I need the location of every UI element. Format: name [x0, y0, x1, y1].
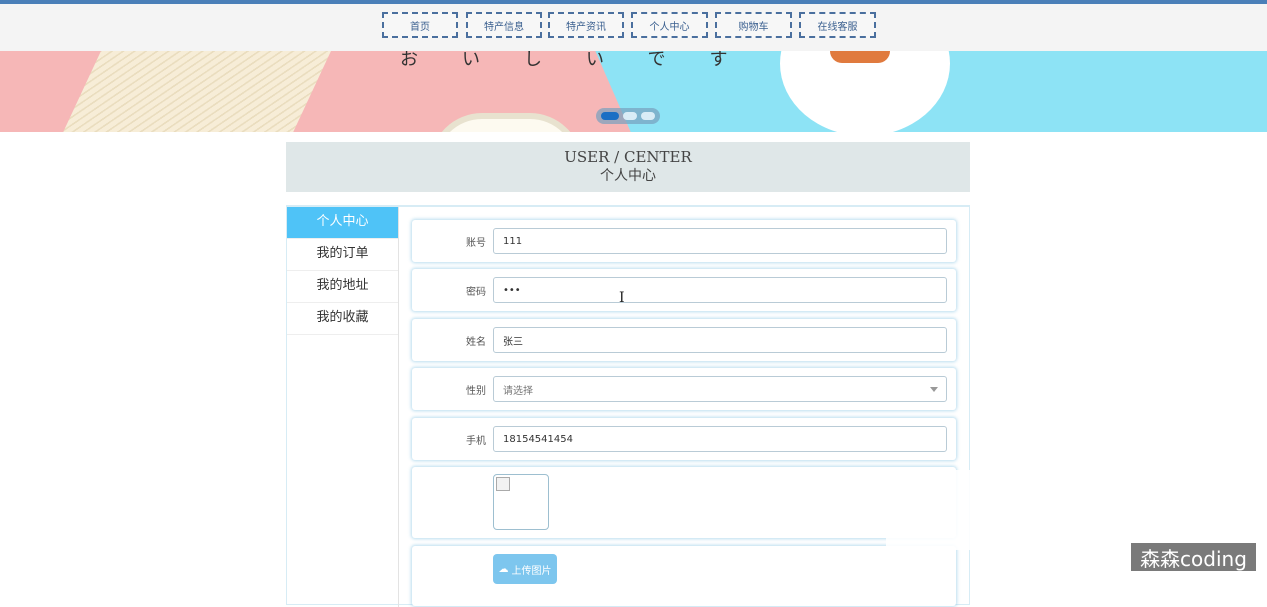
user-center-panel: 个人中心 我的订单 我的地址 我的收藏 账号 111 密码 ••• 姓名 张三 … — [286, 205, 970, 607]
gender-select-value: 请选择 — [503, 385, 533, 397]
broken-image-icon — [496, 477, 510, 491]
form-row-phone: 手机 18154541454 — [412, 418, 956, 460]
nav-specialty-news[interactable]: 特产资讯 — [548, 12, 624, 38]
nav-user-center[interactable]: 个人中心 — [631, 12, 708, 38]
nav-specialty-info[interactable]: 特产信息 — [466, 12, 542, 38]
nav-customer-service[interactable]: 在线客服 — [799, 12, 876, 38]
overlay-fade — [886, 470, 986, 550]
form-row-account: 账号 111 — [412, 220, 956, 262]
name-label: 姓名 — [466, 337, 486, 348]
banner-noodles-image — [54, 51, 336, 132]
page-title-en: USER / CENTER — [564, 148, 692, 166]
banner-carousel[interactable]: おいしいです — [0, 51, 1267, 132]
account-input[interactable]: 111 — [493, 228, 947, 254]
top-navbar: 首页 特产信息 特产资讯 个人中心 购物车 在线客服 — [0, 4, 1267, 52]
carousel-dot-3[interactable] — [641, 112, 655, 120]
phone-input[interactable]: 18154541454 — [493, 426, 947, 452]
nav-home[interactable]: 首页 — [382, 12, 458, 38]
avatar-image[interactable] — [493, 474, 549, 530]
upload-image-button[interactable]: ☁ 上传图片 — [493, 554, 557, 584]
cloud-upload-icon: ☁ — [498, 563, 509, 575]
sidebar-item-addresses[interactable]: 我的地址 — [287, 271, 398, 303]
sidebar-item-user-center[interactable]: 个人中心 — [287, 207, 398, 239]
page-title-cn: 个人中心 — [600, 168, 656, 184]
nav-cart[interactable]: 购物车 — [715, 12, 792, 38]
text-cursor-icon: I — [619, 290, 625, 306]
sidebar-item-orders[interactable]: 我的订单 — [287, 239, 398, 271]
page-title-box: USER / CENTER 个人中心 — [286, 142, 970, 192]
sidebar-item-favorites[interactable]: 我的收藏 — [287, 303, 398, 335]
carousel-indicators — [596, 108, 660, 124]
name-input[interactable]: 张三 — [493, 327, 947, 353]
form-row-avatar — [412, 467, 956, 538]
password-label: 密码 — [466, 287, 486, 298]
watermark: 森森coding — [1131, 543, 1256, 571]
carousel-dot-2[interactable] — [623, 112, 637, 120]
banner-japanese-text: おいしいです — [400, 51, 772, 70]
form-row-gender: 性别 请选择 — [412, 368, 956, 410]
carousel-dot-1[interactable] — [601, 112, 619, 120]
chevron-down-icon — [930, 387, 938, 392]
form-row-upload: ☁ 上传图片 — [412, 546, 956, 606]
account-label: 账号 — [466, 238, 486, 249]
form-row-name: 姓名 张三 — [412, 319, 956, 361]
gender-select[interactable]: 请选择 — [493, 376, 947, 402]
upload-image-label: 上传图片 — [511, 565, 552, 577]
gender-label: 性别 — [466, 386, 486, 397]
form-row-password: 密码 ••• — [412, 269, 956, 311]
password-input[interactable]: ••• — [493, 277, 947, 303]
phone-label: 手机 — [466, 436, 486, 447]
banner-food-image — [830, 51, 890, 63]
sidebar: 个人中心 我的订单 我的地址 我的收藏 — [287, 207, 399, 607]
